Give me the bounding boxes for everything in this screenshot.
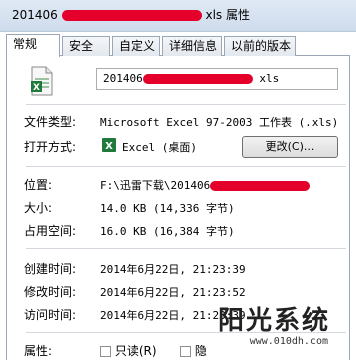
modified-label: 修改时间: [24, 285, 77, 299]
title-bar: 201406 xls 属性 [0, 0, 356, 32]
file-type-label: 文件类型: [24, 115, 77, 129]
location-value: F:\迅雷下载\201406 [100, 177, 311, 193]
tab-general[interactable]: 常规 [6, 34, 60, 57]
redaction-mark [210, 181, 311, 191]
open-with-value: Excel (桌面) [122, 141, 197, 154]
divider [26, 166, 346, 167]
created-value: 2014年6月22日, 21:23:39 [100, 263, 246, 276]
excel-app-icon: X [102, 138, 116, 152]
title-suffix: xls 属性 [205, 8, 250, 22]
tab-details[interactable]: 详细信息 [162, 36, 222, 56]
title-prefix: 201406 [12, 8, 58, 22]
disk-size-label: 占用空间: [24, 224, 77, 238]
file-type-value: Microsoft Excel 97-2003 工作表 (.xls) [100, 116, 339, 129]
location-label: 位置: [24, 178, 53, 192]
size-value: 14.0 KB (14,336 字节) [100, 202, 235, 215]
window-title: 201406 xls 属性 [12, 6, 250, 22]
watermark: 阳光系统 www.010dh.com [180, 300, 350, 356]
readonly-label: 只读(R) [114, 344, 157, 358]
checkbox-box[interactable] [100, 346, 111, 357]
svg-text:X: X [33, 83, 40, 93]
redaction-mark [142, 74, 253, 84]
tab-security[interactable]: 安全 [62, 36, 110, 56]
redaction-mark [61, 10, 202, 21]
watermark-brand: 阳光系统 [217, 306, 330, 336]
file-name-prefix: 201406 [103, 72, 143, 85]
excel-file-icon: X [30, 66, 54, 96]
file-name-suffix: xls [259, 72, 280, 85]
divider [26, 104, 346, 105]
watermark-url: www.010dh.com [249, 336, 328, 347]
attributes-label: 属性: [24, 344, 53, 358]
created-label: 创建时间: [24, 262, 77, 276]
change-button[interactable]: 更改(C)... [242, 136, 338, 158]
file-name-field[interactable]: 201406 xls [96, 68, 338, 90]
modified-value: 2014年6月22日, 21:23:52 [100, 286, 246, 299]
location-path: F:\迅雷下载\201406 [100, 179, 211, 192]
readonly-checkbox[interactable]: 只读(R) [100, 342, 157, 359]
open-with-label: 打开方式: [24, 140, 77, 154]
accessed-label: 访问时间: [24, 308, 77, 322]
divider [26, 248, 346, 249]
tab-previous-versions[interactable]: 以前的版本 [224, 36, 296, 56]
disk-size-value: 16.0 KB (16,384 字节) [100, 225, 235, 238]
svg-text:X: X [105, 141, 113, 152]
tab-custom[interactable]: 自定义 [112, 36, 160, 56]
size-label: 大小: [24, 201, 53, 215]
tab-strip: 常规 安全 自定义 详细信息 以前的版本 [6, 34, 350, 57]
